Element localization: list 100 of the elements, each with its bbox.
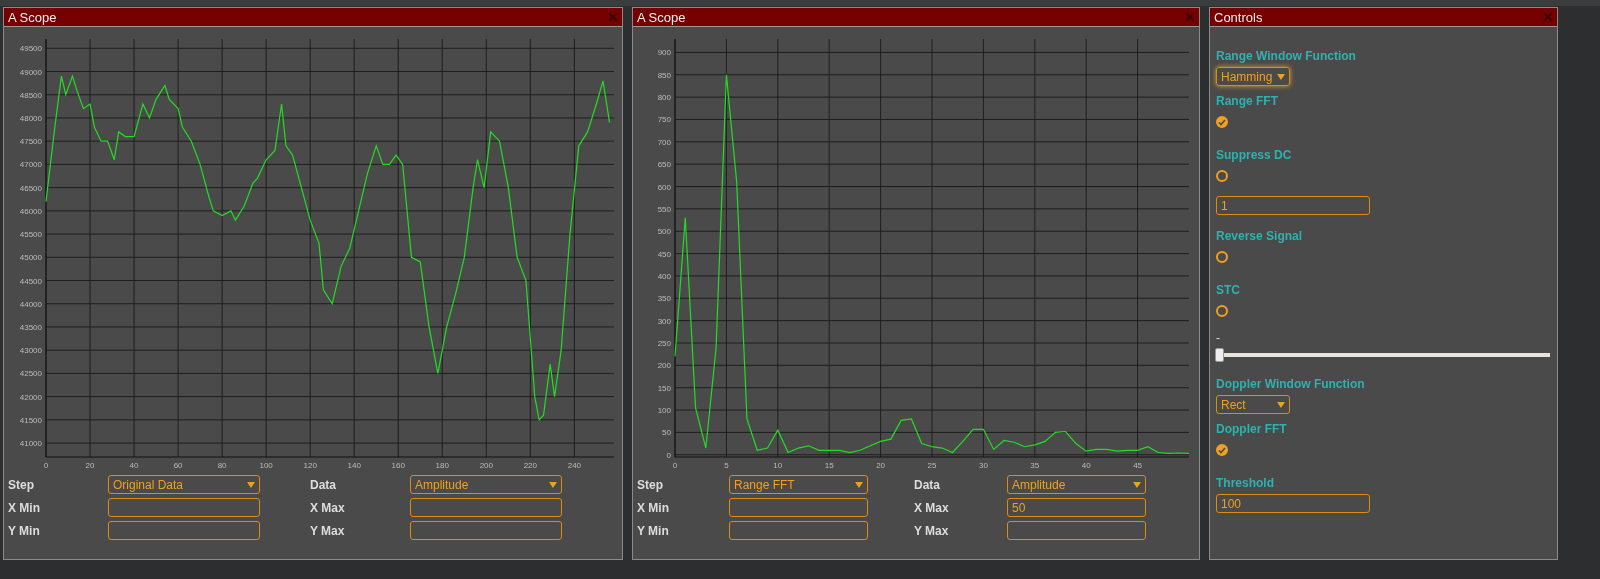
checkbox[interactable]	[1216, 116, 1228, 128]
axis-tick-label: 450	[657, 249, 671, 259]
control-label: Range FFT	[1216, 94, 1278, 108]
axis-tick-label: 0	[43, 461, 49, 470]
axis-tick-label: 900	[657, 48, 671, 58]
control-label: Threshold	[1216, 476, 1274, 490]
axis-tick-label: 45	[1133, 461, 1143, 470]
axis-tick-label: 20	[876, 461, 886, 470]
axis-tick-label: 15	[824, 461, 834, 470]
caret-icon	[247, 481, 255, 488]
caret-icon	[1277, 401, 1285, 408]
axis-tick-label: 47000	[19, 160, 42, 170]
axis-tick-label: 41500	[19, 415, 42, 425]
axis-tick-label: 220	[523, 461, 537, 470]
axis-tick-label: 45500	[19, 230, 42, 240]
control-label: STC	[1216, 283, 1240, 297]
axis-tick-label: 35	[1030, 461, 1040, 470]
control-label: Range Window Function	[1216, 49, 1356, 63]
axis-tick-label: 180	[435, 461, 449, 470]
checkbox[interactable]	[1216, 251, 1228, 263]
axis-tick-label: 800	[657, 93, 671, 103]
field-label: Y Max	[310, 523, 346, 538]
axis-tick-label: 40	[129, 461, 139, 470]
control-label: Doppler FFT	[1216, 422, 1287, 436]
field-label: X Max	[914, 500, 950, 515]
field-label: X Min	[637, 500, 670, 515]
input-field[interactable]	[108, 521, 260, 540]
axis-tick-label: 300	[657, 316, 671, 326]
input-field[interactable]	[108, 498, 260, 517]
input-field[interactable]	[729, 498, 868, 517]
slider-value: -	[1216, 331, 1220, 345]
dropdown[interactable]: Amplitude	[1007, 475, 1146, 494]
control-label: Suppress DC	[1216, 148, 1292, 162]
dropdown[interactable]: Hamming	[1216, 67, 1290, 86]
field-label: Step	[8, 477, 35, 492]
dropdown[interactable]: Rect	[1216, 395, 1290, 414]
axis-tick-label: 160	[391, 461, 405, 470]
input-field[interactable]: 50	[1007, 498, 1146, 517]
axis-tick-label: 0	[666, 450, 671, 460]
axis-tick-label: 48000	[19, 113, 42, 123]
axis-tick-label: 60	[173, 461, 183, 470]
panel-title: A Scope	[637, 9, 686, 25]
axis-tick-label: 44500	[19, 276, 42, 286]
field-label: X Max	[310, 500, 346, 515]
axis-tick-label: 45000	[19, 253, 42, 263]
input-field[interactable]: 1	[1216, 196, 1370, 215]
field-label: X Min	[8, 500, 41, 515]
input-field[interactable]: 100	[1216, 494, 1370, 513]
axis-tick-label: 500	[657, 227, 671, 237]
checkbox[interactable]	[1216, 170, 1228, 182]
axis-tick-label: 750	[657, 115, 671, 125]
input-field[interactable]	[1007, 521, 1146, 540]
slider-thumb[interactable]	[1215, 348, 1224, 362]
axis-tick-label: 850	[657, 70, 671, 80]
caret-icon	[549, 481, 557, 488]
panel-title: Controls	[1214, 9, 1263, 25]
field-label: Data	[914, 477, 941, 492]
axis-tick-label: 44000	[19, 299, 42, 309]
axis-tick-label: 50	[662, 428, 671, 438]
control-label: Reverse Signal	[1216, 229, 1303, 243]
axis-tick-label: 350	[657, 294, 671, 304]
field-label: Data	[310, 477, 337, 492]
axis-tick-label: 48500	[19, 90, 42, 100]
axis-tick-label: 600	[657, 182, 671, 192]
axis-tick-label: 20	[85, 461, 95, 470]
axis-tick-label: 41000	[19, 439, 42, 449]
axis-tick-label: 650	[657, 160, 671, 170]
axis-tick-label: 100	[657, 406, 671, 416]
input-field[interactable]	[410, 498, 562, 517]
dropdown[interactable]: Range FFT	[729, 475, 868, 494]
axis-tick-label: 100	[259, 461, 273, 470]
axis-tick-label: 40	[1081, 461, 1091, 470]
axis-tick-label: 46500	[19, 183, 42, 193]
axis-tick-label: 47500	[19, 137, 42, 147]
field-label: Y Max	[914, 523, 950, 538]
axis-tick-label: 200	[657, 361, 671, 371]
caret-icon	[1277, 73, 1285, 80]
axis-tick-label: 150	[657, 383, 671, 393]
axis-tick-label: 120	[303, 461, 317, 470]
axis-tick-label: 200	[479, 461, 493, 470]
axis-tick-label: 43000	[19, 346, 42, 356]
field-label: Y Min	[637, 523, 670, 538]
checkbox[interactable]	[1216, 305, 1228, 317]
field-label: Y Min	[8, 523, 41, 538]
axis-tick-label: 43500	[19, 322, 42, 332]
panel-title: A Scope	[8, 9, 57, 25]
field-label: Step	[637, 477, 664, 492]
axis-tick-label: 46000	[19, 206, 42, 216]
checkbox[interactable]	[1216, 444, 1228, 456]
control-label: Doppler Window Function	[1216, 377, 1365, 391]
axis-tick-label: 140	[347, 461, 361, 470]
input-field[interactable]	[410, 521, 562, 540]
dropdown[interactable]: Amplitude	[410, 475, 562, 494]
dropdown[interactable]: Original Data	[108, 475, 260, 494]
input-field[interactable]	[729, 521, 868, 540]
axis-tick-label: 700	[657, 137, 671, 147]
axis-tick-label: 240	[567, 461, 582, 470]
axis-tick-label: 42500	[19, 369, 42, 379]
axis-tick-label: 400	[657, 271, 671, 281]
caret-icon	[1133, 481, 1141, 488]
